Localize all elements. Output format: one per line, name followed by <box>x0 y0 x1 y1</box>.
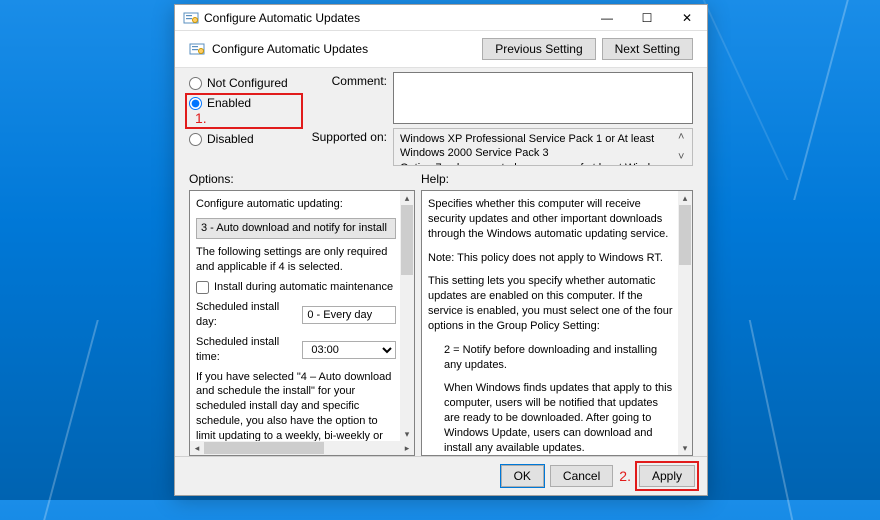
content-header: Configure Automatic Updates Previous Set… <box>175 31 707 68</box>
dialog-window: Configure Automatic Updates — ☐ ✕ Config… <box>174 4 708 496</box>
chevron-down-icon[interactable]: ˅ <box>678 150 688 164</box>
radio-disabled[interactable]: Disabled <box>189 132 299 146</box>
policy-icon <box>183 10 199 26</box>
radio-not-configured[interactable]: Not Configured <box>189 76 299 90</box>
maintenance-checkbox[interactable]: Install during automatic maintenance <box>196 280 396 295</box>
dialog-footer: OK Cancel 2. Apply <box>175 456 707 495</box>
chevron-up-icon[interactable]: ˄ <box>678 130 688 144</box>
scroll-down-icon: ▾ <box>678 441 692 455</box>
radio-enabled[interactable]: Enabled <box>189 96 299 110</box>
supported-on-label: Supported on: <box>309 128 387 144</box>
comment-textarea[interactable] <box>393 72 693 124</box>
options-note: The following settings are only required… <box>196 245 396 275</box>
comment-label: Comment: <box>309 72 387 88</box>
close-button[interactable]: ✕ <box>667 5 707 30</box>
policy-icon <box>189 41 205 57</box>
scrollbar-vertical[interactable]: ▴ ▾ <box>400 191 414 441</box>
help-label: Help: <box>421 172 449 186</box>
sched-day-select[interactable]: 0 - Every day <box>302 306 396 325</box>
minimize-button[interactable]: — <box>587 5 627 30</box>
scroll-right-icon: ▸ <box>400 441 414 455</box>
configure-updating-select[interactable]: 3 - Auto download and notify for install <box>196 218 396 239</box>
sched-day-label: Scheduled install day: <box>196 300 298 330</box>
scroll-up-icon: ▴ <box>678 191 692 205</box>
help-text: Note: This policy does not apply to Wind… <box>428 251 674 266</box>
state-radio-group: Not Configured Enabled 1. Disabled <box>189 72 299 166</box>
help-text: When Windows finds updates that apply to… <box>444 381 674 455</box>
radio-label: Disabled <box>207 132 254 146</box>
help-pane: Specifies whether this computer will rec… <box>421 190 693 456</box>
options-pane: Configure automatic updating: 3 - Auto d… <box>189 190 415 456</box>
radio-label: Not Configured <box>207 76 288 90</box>
scroll-up-icon: ▴ <box>400 191 414 205</box>
annotation-2: 2. <box>619 468 631 484</box>
cancel-button[interactable]: Cancel <box>550 465 613 487</box>
sched-time-label: Scheduled install time: <box>196 335 298 365</box>
options-label: Options: <box>189 172 421 186</box>
annotation-1: 1. <box>195 110 207 126</box>
limit-note: If you have selected "4 – Auto download … <box>196 370 396 441</box>
previous-setting-button[interactable]: Previous Setting <box>482 38 595 60</box>
help-text: Specifies whether this computer will rec… <box>428 197 674 242</box>
help-text: 2 = Notify before downloading and instal… <box>444 343 674 373</box>
next-setting-button[interactable]: Next Setting <box>602 38 693 60</box>
policy-name: Configure Automatic Updates <box>212 42 368 56</box>
window-title: Configure Automatic Updates <box>204 11 587 25</box>
maximize-button[interactable]: ☐ <box>627 5 667 30</box>
sched-time-select[interactable]: 03:00 <box>302 341 396 359</box>
radio-label: Enabled <box>207 96 251 110</box>
scrollbar-horizontal[interactable]: ◂ ▸ <box>190 441 414 455</box>
options-heading: Configure automatic updating: <box>196 197 396 212</box>
help-text: This setting lets you specify whether au… <box>428 274 674 333</box>
annotation-highlight-1: Enabled 1. <box>185 93 303 129</box>
scroll-down-icon: ▾ <box>400 427 414 441</box>
supported-on-text: Windows XP Professional Service Pack 1 o… <box>393 128 693 166</box>
apply-button[interactable]: Apply <box>639 465 695 487</box>
titlebar: Configure Automatic Updates — ☐ ✕ <box>175 5 707 31</box>
ok-button[interactable]: OK <box>501 465 544 487</box>
scroll-left-icon: ◂ <box>190 441 204 455</box>
scrollbar-vertical[interactable]: ▴ ▾ <box>678 191 692 455</box>
